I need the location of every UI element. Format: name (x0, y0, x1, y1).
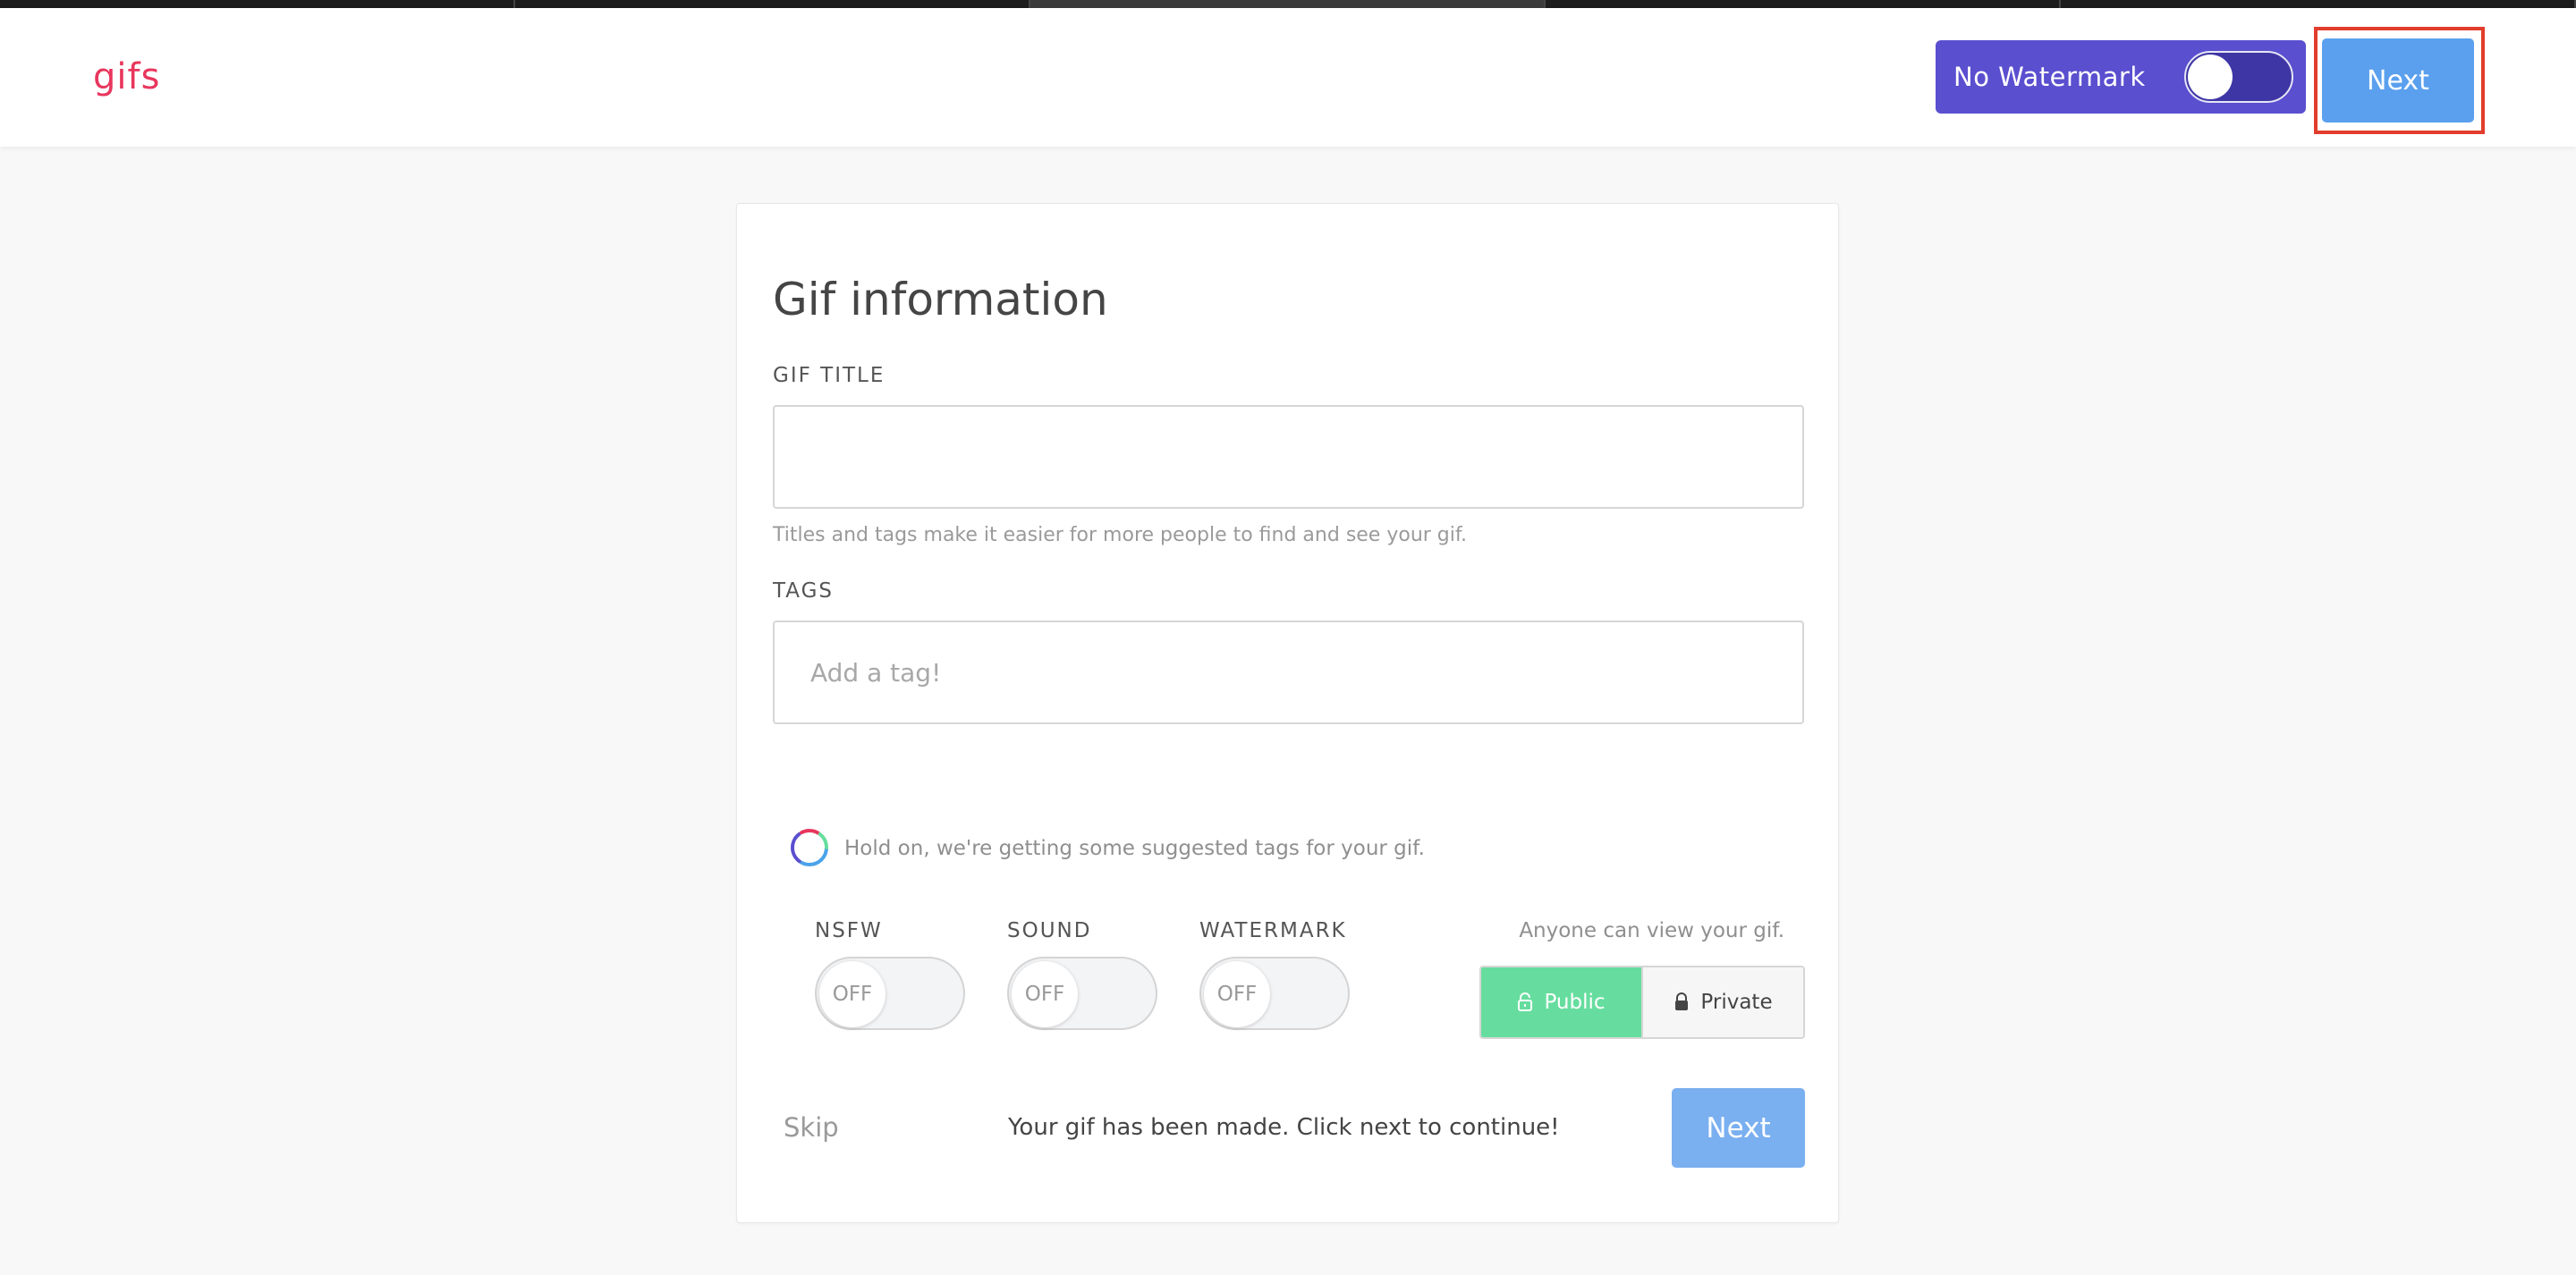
visibility-selector: Public Private (1479, 966, 1805, 1039)
private-label: Private (1700, 991, 1773, 1014)
loading-spinner-icon (791, 829, 828, 866)
no-watermark-toggle[interactable]: No Watermark (1936, 40, 2306, 114)
unlock-icon (1518, 992, 1533, 1011)
public-button[interactable]: Public (1481, 967, 1641, 1037)
sound-toggle[interactable]: OFF (1007, 957, 1157, 1030)
gif-made-status: Your gif has been made. Click next to co… (1008, 1114, 1560, 1141)
helper-text: Titles and tags make it easier for more … (773, 524, 1468, 546)
no-watermark-label: No Watermark (1953, 62, 2146, 92)
switch-knob (2188, 55, 2233, 99)
browser-tab[interactable] (0, 0, 515, 8)
switch-knob: OFF (1012, 961, 1078, 1027)
top-header: gifs No Watermark Next (0, 8, 2576, 147)
switch-knob: OFF (1204, 961, 1270, 1027)
sound-label: SOUND (1007, 919, 1092, 942)
browser-tab-active[interactable] (1030, 0, 1546, 8)
public-label: Public (1544, 991, 1606, 1014)
browser-tab-strip (0, 0, 2576, 8)
gif-title-input[interactable] (773, 405, 1804, 509)
suggested-tags-status: Hold on, we're getting some suggested ta… (844, 837, 1425, 860)
lock-icon (1675, 992, 1689, 1010)
no-watermark-switch[interactable] (2184, 51, 2293, 103)
browser-tab[interactable] (515, 0, 1030, 8)
switch-knob: OFF (819, 961, 886, 1027)
browser-tab[interactable] (2061, 0, 2576, 8)
form-next-button[interactable]: Next (1672, 1088, 1805, 1168)
sound-switch-group: SOUND OFF (1007, 919, 1157, 1030)
page-title: Gif information (773, 274, 1108, 325)
gif-info-card: Gif information GIF TITLE Titles and tag… (736, 203, 1839, 1223)
nsfw-toggle[interactable]: OFF (815, 957, 965, 1030)
private-button[interactable]: Private (1641, 967, 1803, 1037)
tags-label: TAGS (773, 579, 835, 603)
watermark-toggle[interactable]: OFF (1199, 957, 1350, 1030)
tags-input[interactable] (773, 621, 1804, 724)
browser-tab[interactable] (1546, 0, 2061, 8)
skip-link[interactable]: Skip (784, 1112, 839, 1143)
watermark-switch-group: WATERMARK OFF (1199, 919, 1350, 1030)
nsfw-switch-group: NSFW OFF (815, 919, 965, 1030)
visibility-description: Anyone can view your gif. (1519, 919, 1784, 942)
gif-title-label: GIF TITLE (773, 364, 886, 387)
site-logo[interactable]: gifs (93, 56, 160, 97)
header-next-button[interactable]: Next (2322, 38, 2474, 122)
nsfw-label: NSFW (815, 919, 883, 942)
watermark-label: WATERMARK (1199, 919, 1347, 942)
